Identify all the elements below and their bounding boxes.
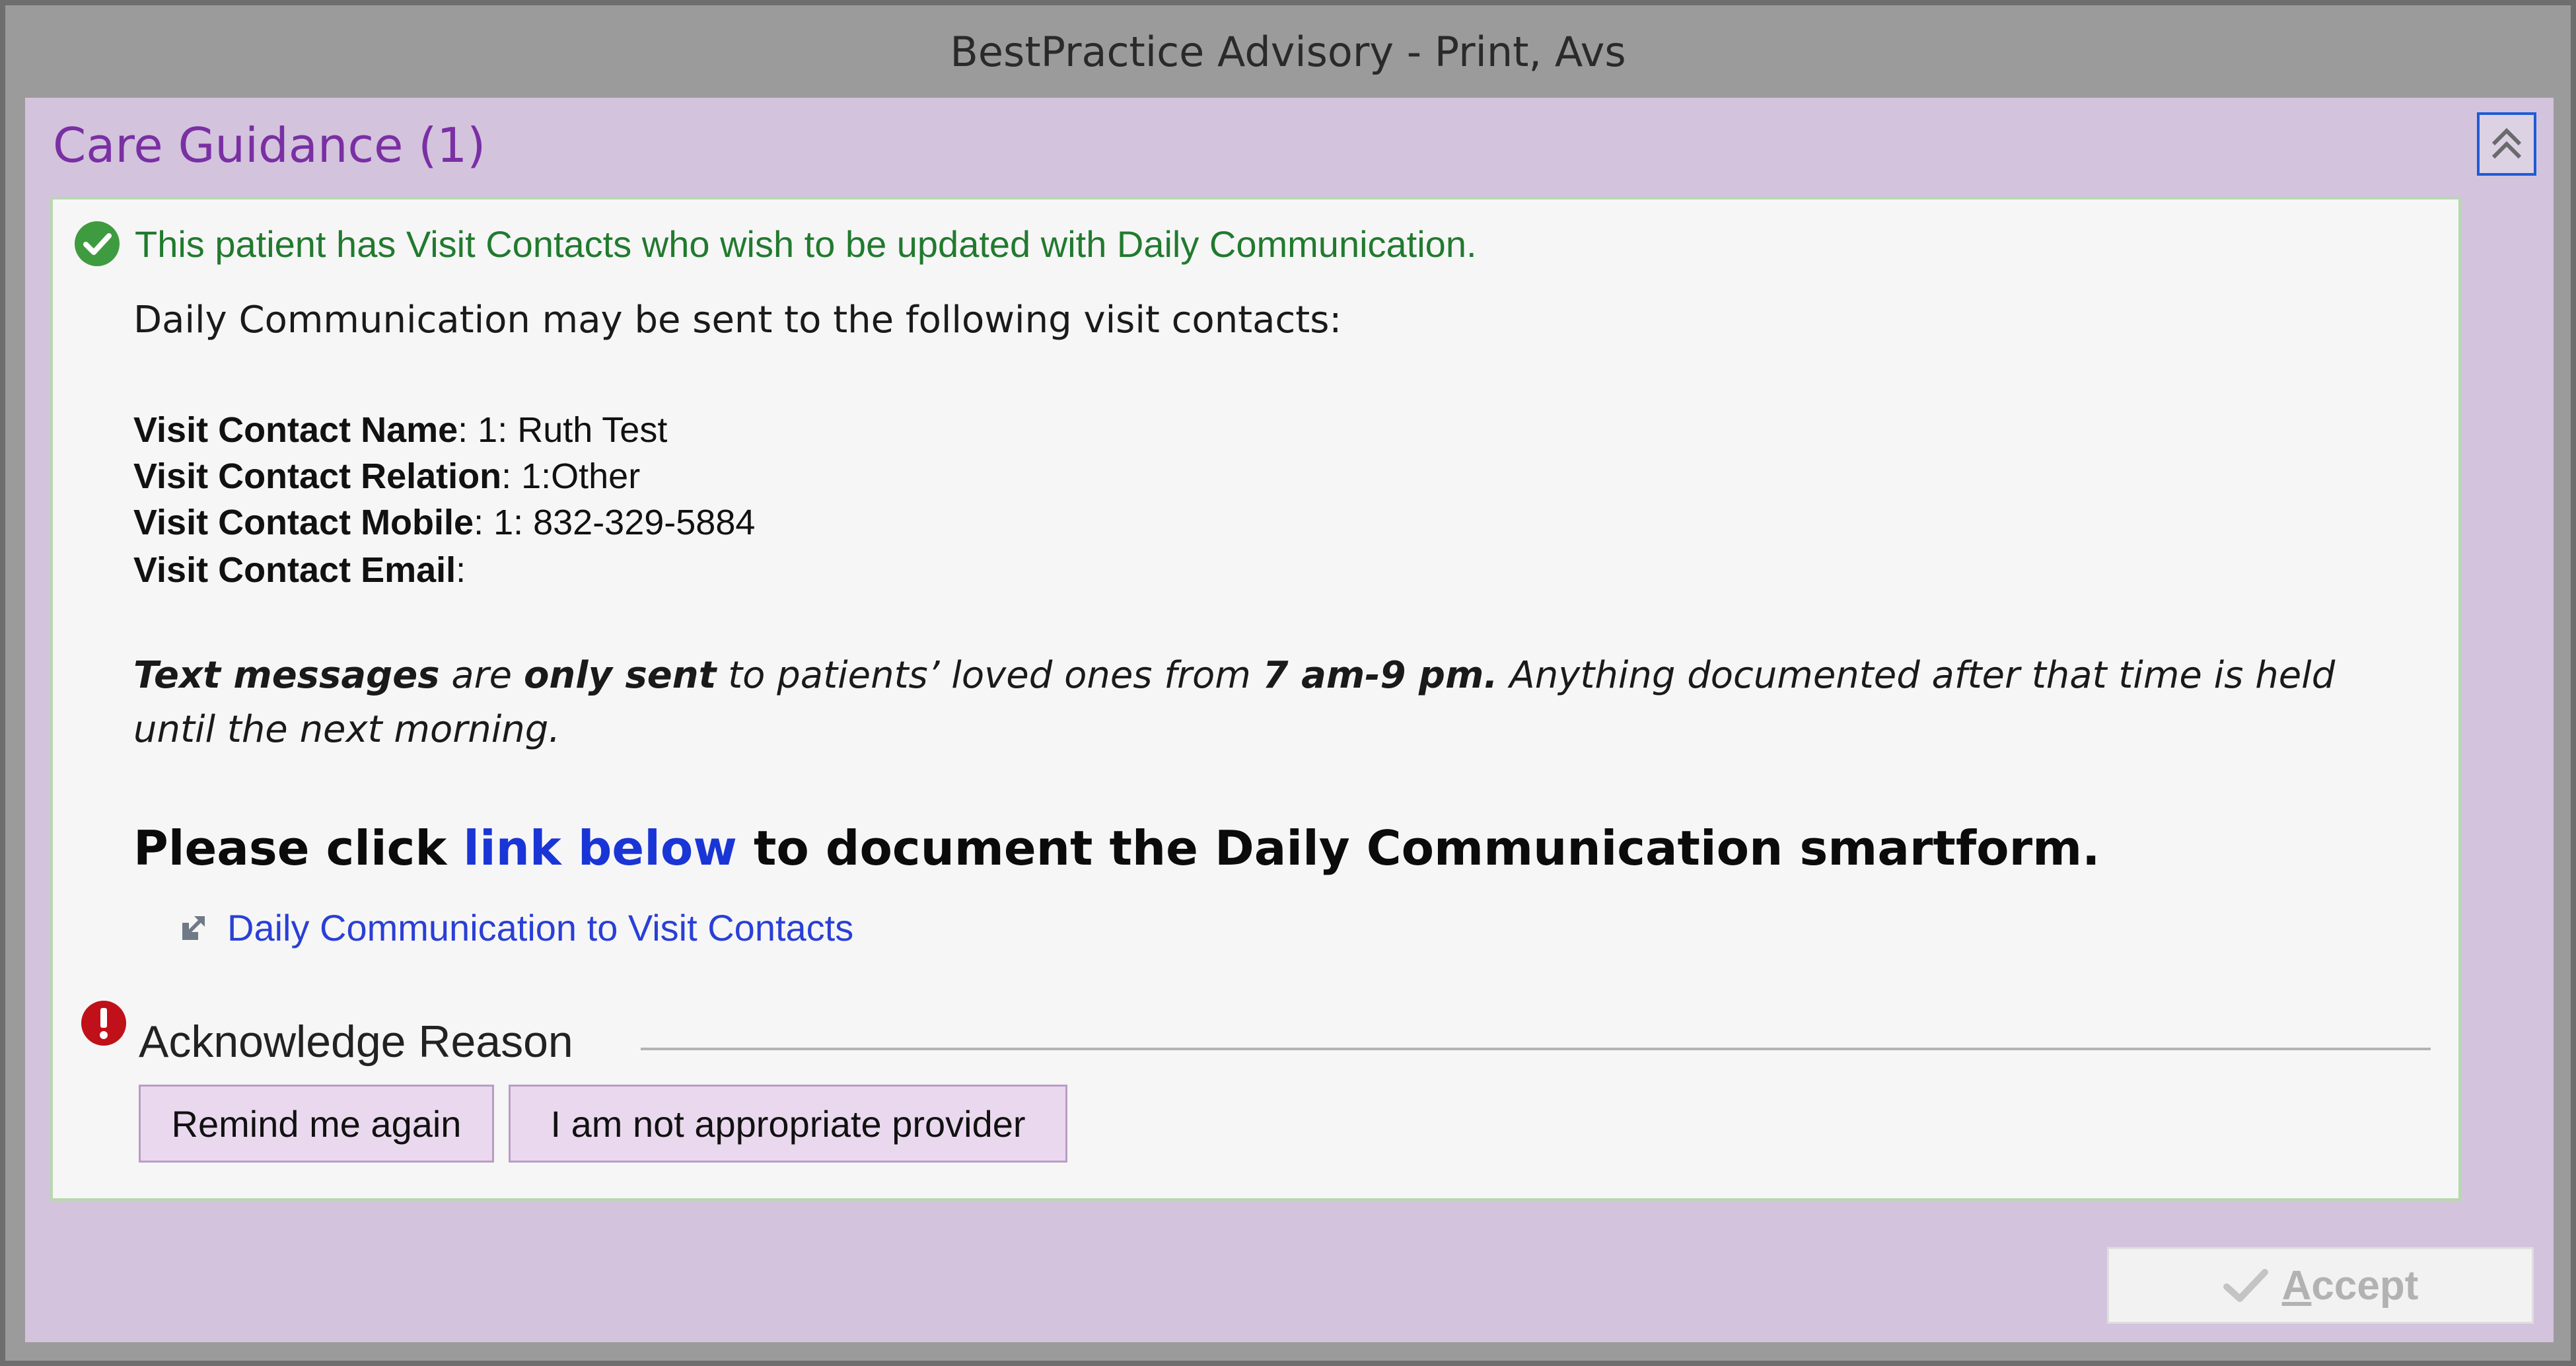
not-appropriate-provider-button[interactable]: I am not appropriate provider xyxy=(509,1085,1067,1163)
contact-name-label: Visit Contact Name xyxy=(133,410,458,450)
accept-accesskey: A xyxy=(2281,1262,2312,1309)
window-title: BestPractice Advisory - Print, Avs xyxy=(950,27,1626,76)
text-message-notice: Text messages are only sent to patients’… xyxy=(133,649,2392,757)
collapse-button[interactable] xyxy=(2477,112,2536,176)
notice-part: are xyxy=(439,654,524,697)
acknowledge-reason-label: Acknowledge Reason xyxy=(139,1017,573,1067)
call-to-action: Please click link below to document the … xyxy=(133,820,2100,876)
smartform-link-text[interactable]: Daily Communication to Visit Contacts xyxy=(227,906,853,949)
checkmark-icon xyxy=(2223,1269,2268,1302)
cta-part: to document the Daily Communication smar… xyxy=(736,820,2100,876)
check-circle-icon xyxy=(75,221,120,266)
window-titlebar: BestPractice Advisory - Print, Avs xyxy=(5,5,2571,98)
cta-link-text: link below xyxy=(463,820,737,876)
accept-label: Accept xyxy=(2282,1262,2419,1309)
notice-part: to patients’ loved ones from xyxy=(716,654,1263,697)
contact-email-value: : xyxy=(456,550,466,590)
contact-relation-value: : 1:Other xyxy=(501,456,641,496)
chevron-up-double-icon xyxy=(2491,127,2522,159)
external-link-arrow-icon xyxy=(182,916,205,940)
status-text: This patient has Visit Contacts who wish… xyxy=(135,223,1477,265)
contact-mobile-row: Visit Contact Mobile: 1: 832-329-5884 xyxy=(133,502,755,543)
exclamation-circle-icon xyxy=(81,1001,126,1046)
advisory-card: This patient has Visit Contacts who wish… xyxy=(50,197,2461,1201)
care-guidance-panel: Care Guidance (1) This patient has Visit… xyxy=(25,98,2554,1342)
contact-relation-row: Visit Contact Relation: 1:Other xyxy=(133,456,640,497)
notice-part: 7 am-9 pm. xyxy=(1262,654,1498,697)
contact-mobile-value: : 1: 832-329-5884 xyxy=(474,503,756,542)
notice-part: only sent xyxy=(523,654,717,697)
smartform-link[interactable]: Daily Communication to Visit Contacts xyxy=(178,906,853,949)
accept-button[interactable]: Accept xyxy=(2107,1247,2534,1324)
contact-email-label: Visit Contact Email xyxy=(133,550,456,590)
section-title: Care Guidance (1) xyxy=(53,118,486,173)
advisory-window: BestPractice Advisory - Print, Avs Care … xyxy=(0,0,2576,1366)
remind-me-again-button[interactable]: Remind me again xyxy=(139,1085,494,1163)
cta-part: Please click xyxy=(133,820,464,876)
contact-relation-label: Visit Contact Relation xyxy=(133,456,502,496)
accept-label-rest: ccept xyxy=(2311,1262,2419,1309)
advisory-status: This patient has Visit Contacts who wish… xyxy=(73,219,1477,268)
intro-text: Daily Communication may be sent to the f… xyxy=(133,299,1342,342)
acknowledge-divider xyxy=(641,1048,2431,1050)
notice-part: Text messages xyxy=(133,654,440,697)
contact-name-row: Visit Contact Name: 1: Ruth Test xyxy=(133,410,667,450)
contact-email-row: Visit Contact Email: xyxy=(133,550,466,591)
contact-mobile-label: Visit Contact Mobile xyxy=(133,503,474,542)
contact-name-value: : 1: Ruth Test xyxy=(458,410,668,450)
